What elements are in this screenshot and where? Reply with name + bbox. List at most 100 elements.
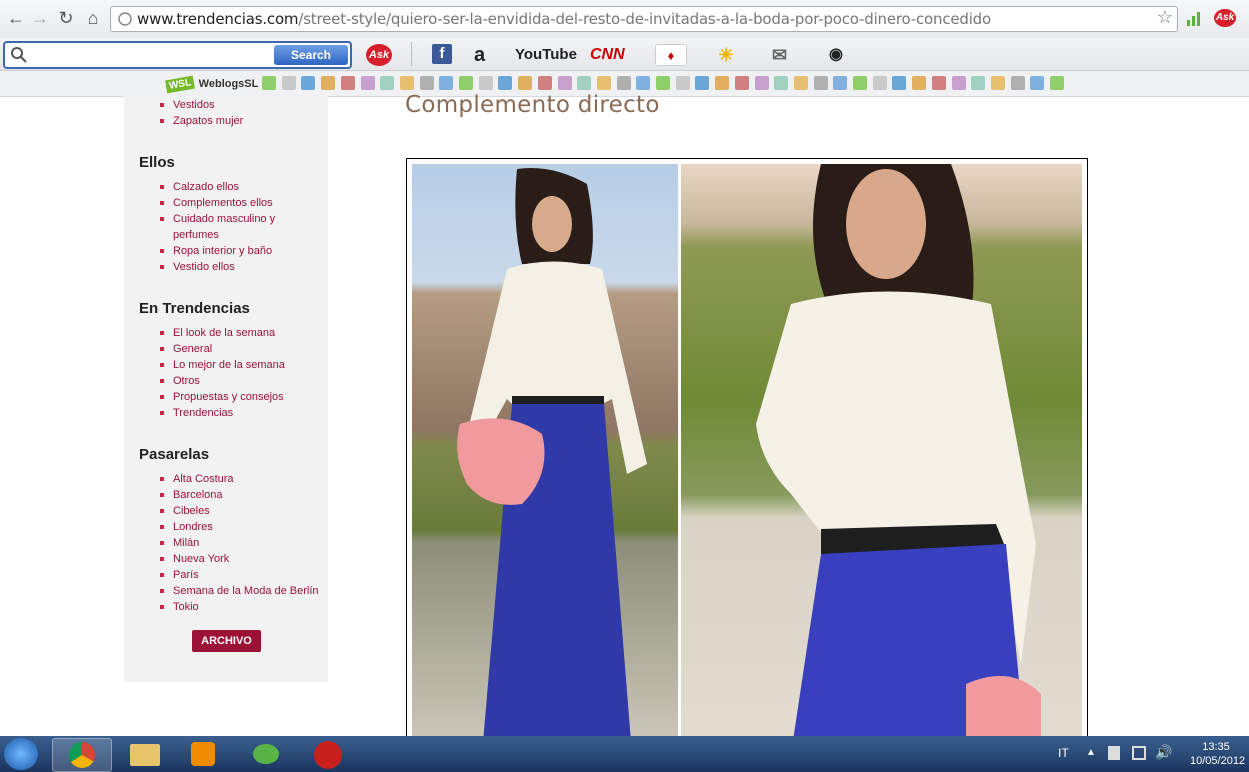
bookmark-favicon-icon[interactable] [675, 76, 690, 90]
sidebar-link[interactable]: Ropa interior y baño [173, 243, 323, 259]
sidebar-link[interactable]: Vestidos [173, 97, 323, 113]
bookmark-favicon-icon[interactable] [872, 76, 887, 90]
bookmark-favicon-icon[interactable] [695, 76, 710, 90]
toolbar-search-input[interactable]: Search [3, 41, 352, 69]
bookmark-favicon-icon[interactable] [813, 76, 828, 90]
bookmark-favicon-icon[interactable] [340, 76, 355, 90]
sidebar-link[interactable]: Complementos ellos [173, 195, 323, 211]
network-icon[interactable] [1132, 746, 1146, 760]
url-domain: www.trendencias.com [137, 10, 299, 28]
bookmark-favicon-icon[interactable] [951, 76, 966, 90]
bookmark-favicon-icon[interactable] [754, 76, 769, 90]
explorer-taskbar-icon[interactable] [116, 738, 174, 770]
dictionary-icon[interactable]: ◉ [829, 44, 843, 66]
bookmark-favicon-icon[interactable] [459, 76, 473, 90]
bookmark-favicon-icon[interactable] [419, 76, 434, 90]
ask-logo[interactable]: Ask [366, 44, 392, 66]
sidebar-link[interactable]: Tokio [173, 599, 323, 615]
sidebar-link[interactable]: Barcelona [173, 487, 323, 503]
bookmark-favicon-icon[interactable] [892, 76, 907, 90]
bookmark-favicon-icon[interactable] [439, 76, 454, 90]
bookmark-favicon-icon[interactable] [498, 76, 513, 90]
search-icon [11, 47, 27, 63]
bookmark-favicon-icon[interactable] [616, 76, 631, 90]
start-button-icon[interactable] [4, 738, 38, 770]
bookmark-favicon-icon[interactable] [596, 76, 611, 90]
bookmark-favicon-icon[interactable] [853, 76, 867, 90]
sidebar-link[interactable]: Nueva York [173, 551, 323, 567]
browser-toolbar: ← → ↻ ⌂ www.trendencias.com/street-style… [0, 0, 1249, 39]
bookmark-favicon-icon[interactable] [971, 76, 986, 90]
forward-arrow-icon[interactable]: → [30, 8, 50, 28]
bookmark-favicon-icon[interactable] [833, 76, 848, 90]
star-icon[interactable]: ☆ [1157, 7, 1173, 28]
bookmark-favicon-icon[interactable] [478, 76, 493, 90]
sidebar-link[interactable]: Lo mejor de la semana [173, 357, 323, 373]
sidebar-link[interactable]: Trendencias [173, 405, 323, 421]
bookmark-favicon-icon[interactable] [990, 76, 1005, 90]
bookmark-favicon-icon[interactable] [399, 76, 414, 90]
language-indicator[interactable]: IT [1058, 746, 1069, 760]
bookmark-favicon-icon[interactable] [715, 76, 730, 90]
chrome-taskbar-icon[interactable] [52, 738, 112, 772]
sidebar-link[interactable]: Vestido ellos [173, 259, 323, 275]
bookmark-favicon-icon[interactable] [734, 76, 749, 90]
address-bar[interactable]: www.trendencias.com/street-style/quiero-… [110, 6, 1178, 32]
mail-icon[interactable]: ✉ [772, 44, 787, 66]
sidebar-link[interactable]: Milán [173, 535, 323, 551]
search-button[interactable]: Search [274, 45, 348, 65]
bookmark-favicon-icon[interactable] [262, 76, 276, 90]
sidebar-link[interactable]: Calzado ellos [173, 179, 323, 195]
bookmark-favicon-icon[interactable] [793, 76, 808, 90]
media-player-taskbar-icon[interactable] [175, 738, 233, 770]
weblogs-bookmark[interactable]: WSL WeblogsSL [165, 74, 258, 94]
sidebar-link[interactable]: Alta Costura [173, 471, 323, 487]
app-taskbar-icon[interactable] [300, 738, 358, 770]
reload-icon[interactable]: ↻ [56, 8, 76, 28]
amazon-icon[interactable]: a [474, 44, 485, 66]
weblogs-badge: WSL [165, 75, 196, 94]
bookmark-favicon-icon[interactable] [774, 76, 789, 90]
cnn-button[interactable]: CNN [590, 44, 625, 66]
bookmark-favicon-icon[interactable] [537, 76, 552, 90]
messenger-taskbar-icon[interactable] [237, 738, 295, 770]
ask-extension-icon[interactable]: Ask [1214, 9, 1236, 27]
clock[interactable]: 13:35 10/05/2012 [1190, 740, 1245, 768]
bookmark-favicon-icon[interactable] [656, 76, 670, 90]
bookmark-favicon-icon[interactable] [281, 76, 296, 90]
weather-icon[interactable]: ☀ [718, 44, 734, 66]
facebook-icon[interactable]: f [432, 44, 452, 64]
sidebar-link[interactable]: General [173, 341, 323, 357]
sidebar-link[interactable]: París [173, 567, 323, 583]
bookmark-favicon-icon[interactable] [301, 76, 316, 90]
sidebar-link[interactable]: Zapatos mujer [173, 113, 323, 129]
bookmark-favicon-icon[interactable] [912, 76, 927, 90]
bookmark-favicon-icon[interactable] [518, 76, 533, 90]
signal-icon[interactable] [1187, 10, 1203, 26]
bookmark-favicon-icon[interactable] [380, 76, 395, 90]
bookmark-favicon-icon[interactable] [931, 76, 946, 90]
back-arrow-icon[interactable]: ← [6, 8, 26, 28]
sidebar-link[interactable]: Cibeles [173, 503, 323, 519]
bookmark-favicon-icon[interactable] [557, 76, 572, 90]
sidebar-link[interactable]: Semana de la Moda de Berlín [173, 583, 323, 599]
volume-icon[interactable]: 🔊 [1155, 744, 1172, 761]
bookmark-favicon-icon[interactable] [636, 76, 651, 90]
sidebar-link[interactable]: Londres [173, 519, 323, 535]
bookmark-favicon-icon[interactable] [577, 76, 592, 90]
home-icon[interactable]: ⌂ [83, 8, 103, 28]
bookmark-favicon-icon[interactable] [360, 76, 375, 90]
action-center-icon[interactable] [1108, 746, 1120, 760]
show-hidden-icons-icon[interactable]: ▲ [1086, 747, 1096, 758]
bookmark-favicon-icon[interactable] [1050, 76, 1064, 90]
sidebar-link[interactable]: Otros [173, 373, 323, 389]
sidebar-link[interactable]: El look de la semana [173, 325, 323, 341]
bookmark-favicon-icon[interactable] [1030, 76, 1045, 90]
sidebar-link[interactable]: Cuidado masculino y perfumes [173, 211, 283, 243]
sidebar-link[interactable]: Propuestas y consejos [173, 389, 323, 405]
bookmark-favicon-icon[interactable] [1010, 76, 1025, 90]
games-icon[interactable]: ♦ [655, 44, 687, 66]
youtube-button[interactable]: YouTube [515, 44, 577, 66]
archive-button[interactable]: ARCHIVO [192, 630, 261, 652]
bookmark-favicon-icon[interactable] [321, 76, 336, 90]
